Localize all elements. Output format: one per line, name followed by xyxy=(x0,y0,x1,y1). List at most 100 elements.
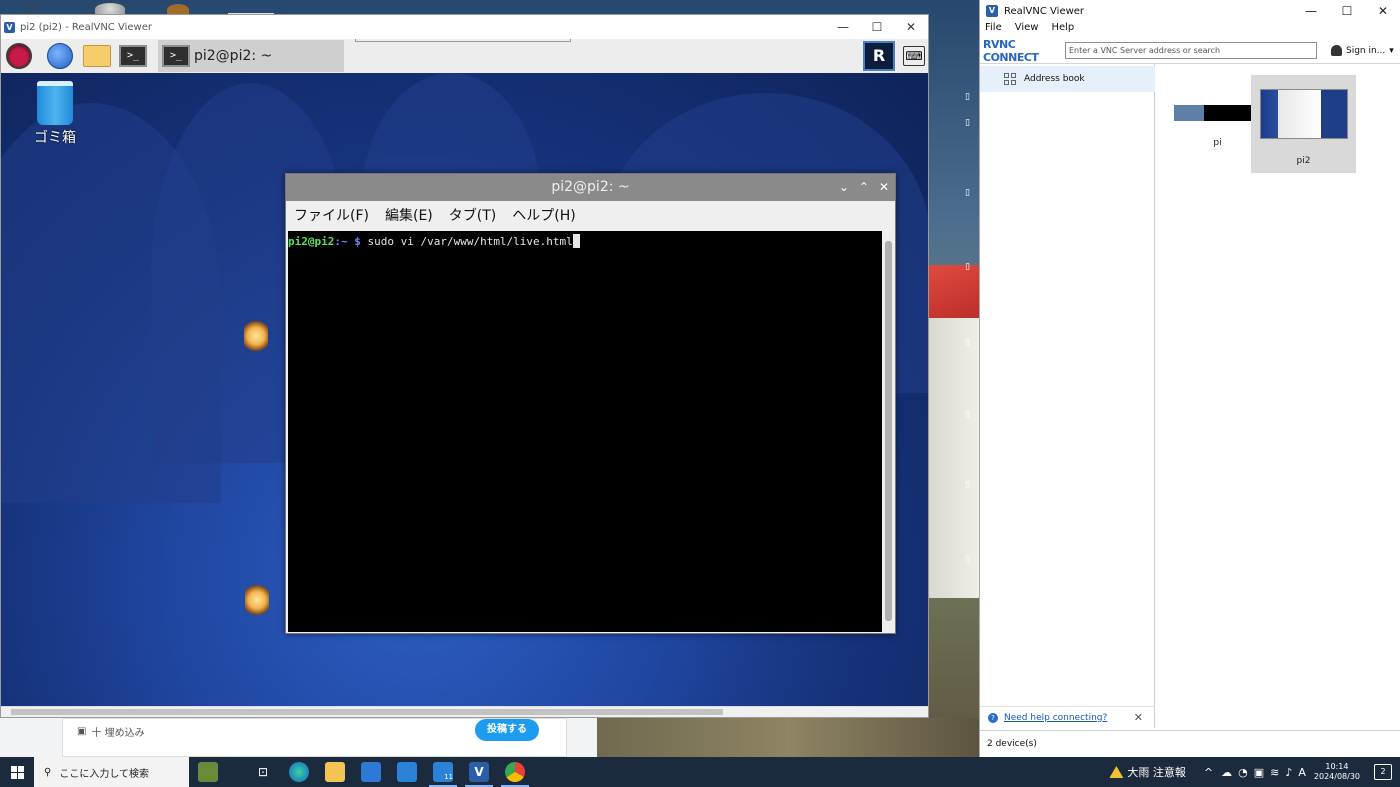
realvnc-minimize-button[interactable]: — xyxy=(1293,0,1329,22)
vnc-close-button[interactable]: ✕ xyxy=(894,15,928,39)
realvnc-app-icon: V xyxy=(986,5,998,17)
desktop-icon[interactable]: ▯ xyxy=(965,92,979,102)
post-button[interactable]: 投稿する xyxy=(475,719,539,741)
taskbar-character-icon[interactable] xyxy=(198,762,218,782)
trash-label: ゴミ箱 xyxy=(34,130,76,146)
menu-view[interactable]: View xyxy=(1015,22,1039,38)
realvnc-close-button[interactable]: ✕ xyxy=(1365,0,1400,22)
desktop-icon[interactable]: ▯ xyxy=(965,262,979,272)
realvnc-title: RealVNC Viewer xyxy=(1004,5,1085,17)
trash-desktop-icon[interactable]: ゴミ箱 xyxy=(29,81,81,147)
edge-icon[interactable] xyxy=(289,762,309,782)
terminal-scrollbar[interactable] xyxy=(883,231,894,632)
device-name: pi2 xyxy=(1296,156,1311,166)
compose-card: ▣ 十 埋め込み 投稿する xyxy=(62,718,567,757)
realvnc-titlebar[interactable]: V RealVNC Viewer — ☐ ✕ xyxy=(980,0,1400,22)
background-photo xyxy=(597,718,980,757)
wifi-icon[interactable]: ≋ xyxy=(1270,766,1279,779)
menu-edit[interactable]: 編集(E) xyxy=(385,205,433,225)
vnc-titlebar[interactable]: V pi2 (pi2) - RealVNC Viewer — ☐ ✕ xyxy=(1,15,928,39)
file-manager-launcher[interactable] xyxy=(81,41,113,71)
vnc-window-title: pi2 (pi2) - RealVNC Viewer xyxy=(20,21,152,33)
desktop-icon[interactable]: ▯ xyxy=(965,118,979,128)
terminal-launcher[interactable]: >_ xyxy=(117,41,149,71)
terminal-scroll-thumb[interactable] xyxy=(885,241,892,621)
folder-icon xyxy=(83,45,111,67)
desktop-icon[interactable]: ▯ xyxy=(965,555,979,565)
ime-indicator[interactable]: A xyxy=(1298,766,1306,779)
terminal-window: pi2@pi2: ~ ⌄ ⌃ ✕ ファイル(F) 編集(E) タブ(T) ヘルプ… xyxy=(285,173,896,634)
vnc-minimize-button[interactable]: — xyxy=(826,15,860,39)
desktop-shortcut-icon[interactable]: ✎ xyxy=(28,0,44,14)
vnc-address-search-input[interactable]: Enter a VNC Server address or search xyxy=(1065,42,1317,59)
keyboard-icon[interactable]: ⌨ xyxy=(903,46,925,66)
terminal-maximize-button[interactable]: ⌃ xyxy=(859,174,869,201)
embed-link[interactable]: ▣ 十 埋め込み xyxy=(77,724,145,739)
vnc-maximize-button[interactable]: ☐ xyxy=(860,15,894,39)
taskbar-search-box[interactable]: ⚲ ここに入力して検索 xyxy=(34,757,189,787)
prompt-path: :~ $ xyxy=(334,235,368,248)
clock[interactable]: 10:14 2024/08/30 xyxy=(1314,762,1360,782)
desktop-icon[interactable]: ▯ xyxy=(965,410,979,420)
realvnc-viewer-window: V RealVNC Viewer — ☐ ✕ File View Help RV… xyxy=(979,0,1400,757)
desktop-icon[interactable]: ▯ xyxy=(965,480,979,490)
realvnc-sidebar: Address book xyxy=(980,64,1155,728)
vnc-scroll-thumb[interactable] xyxy=(11,709,723,715)
sidebar-item-address-book[interactable]: Address book xyxy=(980,66,1155,92)
menu-help[interactable]: Help xyxy=(1051,22,1074,38)
terminal-screen[interactable]: pi2@pi2:~ $ sudo vi /var/www/html/live.h… xyxy=(288,231,882,632)
vnc-horizontal-scrollbar[interactable] xyxy=(1,706,928,717)
device-thumbnail xyxy=(1173,105,1262,121)
file-explorer-icon[interactable] xyxy=(325,762,345,782)
menu-help[interactable]: ヘルプ(H) xyxy=(512,205,575,225)
task-label: pi2@pi2: ~ xyxy=(194,48,273,64)
raspberry-menu-button[interactable] xyxy=(3,41,35,71)
desktop-icon[interactable]: ▯ xyxy=(965,188,979,198)
notification-icon[interactable]: 2 xyxy=(1374,764,1392,780)
trash-icon xyxy=(37,81,73,125)
realvnc-taskbar-icon[interactable]: V xyxy=(469,762,489,782)
chrome-icon[interactable] xyxy=(505,762,525,782)
windows-icon xyxy=(10,765,24,779)
browser-launcher[interactable] xyxy=(44,41,76,71)
chevron-up-icon[interactable]: ^ xyxy=(1204,766,1213,779)
sign-in-label: Sign in... xyxy=(1346,45,1386,56)
command-text: sudo vi /var/www/html/live.html xyxy=(367,235,573,248)
menu-file[interactable]: File xyxy=(985,22,1002,38)
sign-in-button[interactable]: Sign in... ▾ xyxy=(1331,45,1394,56)
vnc-session-window: V pi2 (pi2) - RealVNC Viewer — ☐ ✕ >_ >_… xyxy=(0,14,929,718)
taskbar-terminal-button[interactable]: >_ pi2@pi2: ~ xyxy=(158,40,344,72)
help-banner: ? Need help connecting? ✕ xyxy=(980,706,1155,728)
vnc-toolbar-handle[interactable] xyxy=(355,39,571,42)
terminal-close-button[interactable]: ✕ xyxy=(879,174,889,201)
lantern-reflection xyxy=(245,585,269,615)
desktop-icon-strip: ▯ ▯ ▯ ▯ ▯ ▯ ▯ ▯ xyxy=(929,0,979,757)
close-icon[interactable]: ✕ xyxy=(1134,711,1143,724)
terminal-minimize-button[interactable]: ⌄ xyxy=(839,174,849,201)
terminal-menubar: ファイル(F) 編集(E) タブ(T) ヘルプ(H) xyxy=(286,201,895,229)
terminal-titlebar[interactable]: pi2@pi2: ~ ⌄ ⌃ ✕ xyxy=(286,174,895,201)
help-link[interactable]: Need help connecting? xyxy=(1004,713,1107,723)
image-icon: ▣ xyxy=(77,726,87,737)
menu-tabs[interactable]: タブ(T) xyxy=(449,205,496,225)
embed-label: 十 埋め込み xyxy=(91,728,145,739)
chevron-down-icon: ▾ xyxy=(1389,45,1394,56)
task-view-icon[interactable]: ⊡ xyxy=(253,762,273,782)
pi-top-panel: >_ >_ pi2@pi2: ~ R ⌨ xyxy=(1,39,928,73)
weather-warning-icon[interactable] xyxy=(1109,766,1124,778)
store-icon[interactable] xyxy=(361,762,381,782)
mail-icon[interactable] xyxy=(397,762,417,782)
realvnc-maximize-button[interactable]: ☐ xyxy=(1329,0,1365,22)
volume-icon[interactable]: ♪ xyxy=(1285,766,1292,779)
security-icon[interactable]: ▣ xyxy=(1254,766,1264,779)
realvnc-toolbar: RVNC CONNECT Enter a VNC Server address … xyxy=(980,38,1400,64)
start-button[interactable] xyxy=(0,757,34,787)
device-tile-pi2[interactable]: pi2 xyxy=(1251,75,1356,173)
desktop-icon[interactable]: ▯ xyxy=(965,338,979,348)
weather-alert[interactable]: 大雨 注意報 xyxy=(1127,764,1186,780)
network-icon[interactable]: ◔ xyxy=(1238,766,1248,779)
menu-file[interactable]: ファイル(F) xyxy=(294,205,369,225)
vnc-server-icon[interactable]: R xyxy=(863,41,895,71)
onedrive-icon[interactable]: ☁ xyxy=(1221,766,1232,779)
mail-badge-icon[interactable]: 11 xyxy=(433,762,453,782)
